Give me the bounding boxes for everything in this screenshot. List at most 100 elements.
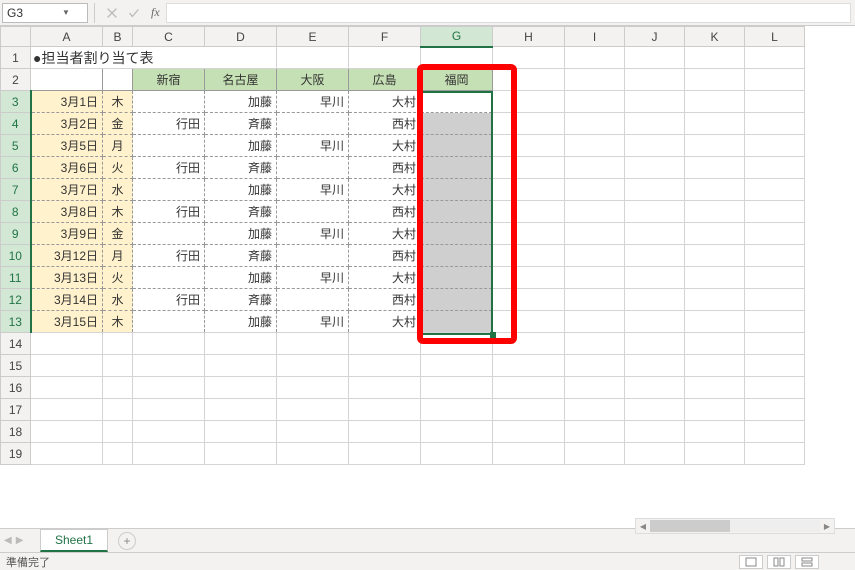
sheet-next-icon[interactable]: ▶ xyxy=(16,535,24,546)
cell-dow[interactable]: 火 xyxy=(103,157,133,179)
cell-dow[interactable]: 月 xyxy=(103,135,133,157)
cell[interactable] xyxy=(685,421,745,443)
cell[interactable] xyxy=(31,443,103,465)
cell[interactable] xyxy=(565,421,625,443)
cell[interactable]: 行田 xyxy=(133,245,205,267)
cell-selected[interactable] xyxy=(421,223,493,245)
cell[interactable] xyxy=(685,355,745,377)
cell[interactable] xyxy=(745,377,805,399)
cell[interactable] xyxy=(349,421,421,443)
cell-selected[interactable] xyxy=(421,135,493,157)
cell[interactable] xyxy=(133,421,205,443)
col-C[interactable]: C xyxy=(133,27,205,47)
cell[interactable]: 行田 xyxy=(133,157,205,179)
sheet-table[interactable]: A B C D E F G H I J K L 1 ●担当者割り当て表 2 新宿… xyxy=(0,26,805,465)
cell-dow[interactable]: 水 xyxy=(103,289,133,311)
cell[interactable]: 西村 xyxy=(349,245,421,267)
scroll-right-icon[interactable]: ▶ xyxy=(820,522,834,531)
cell-dow[interactable]: 木 xyxy=(103,311,133,333)
row-4[interactable]: 4 xyxy=(1,113,31,135)
col-G[interactable]: G xyxy=(421,27,493,47)
cancel-icon[interactable] xyxy=(101,3,123,23)
cell[interactable] xyxy=(349,443,421,465)
cell[interactable]: 斉藤 xyxy=(205,157,277,179)
cell[interactable] xyxy=(133,135,205,157)
cell[interactable] xyxy=(277,245,349,267)
cell-date[interactable]: 3月8日 xyxy=(31,201,103,223)
cell[interactable] xyxy=(565,355,625,377)
row-16[interactable]: 16 xyxy=(1,377,31,399)
view-pagebreak-icon[interactable] xyxy=(795,555,819,569)
cell[interactable] xyxy=(421,421,493,443)
cell[interactable] xyxy=(421,377,493,399)
cell[interactable] xyxy=(349,377,421,399)
cell[interactable] xyxy=(493,443,565,465)
cell[interactable] xyxy=(133,267,205,289)
cell[interactable]: 加藤 xyxy=(205,179,277,201)
cell[interactable] xyxy=(565,377,625,399)
cell[interactable] xyxy=(277,201,349,223)
row-17[interactable]: 17 xyxy=(1,399,31,421)
cell[interactable] xyxy=(745,333,805,355)
cell[interactable] xyxy=(277,157,349,179)
cell[interactable] xyxy=(133,179,205,201)
sheet-prev-icon[interactable]: ◀ xyxy=(4,535,12,546)
cell[interactable] xyxy=(625,377,685,399)
cell[interactable] xyxy=(103,421,133,443)
row-6[interactable]: 6 xyxy=(1,157,31,179)
cell[interactable] xyxy=(103,377,133,399)
cell-date[interactable]: 3月9日 xyxy=(31,223,103,245)
cell[interactable] xyxy=(205,443,277,465)
cell-date[interactable]: 3月14日 xyxy=(31,289,103,311)
add-sheet-button[interactable]: + xyxy=(118,532,136,550)
cell-dow[interactable]: 水 xyxy=(103,179,133,201)
cell[interactable] xyxy=(349,399,421,421)
cell[interactable] xyxy=(277,377,349,399)
cell[interactable]: 大村 xyxy=(349,91,421,113)
col-D[interactable]: D xyxy=(205,27,277,47)
cell[interactable]: 大村 xyxy=(349,267,421,289)
cell[interactable] xyxy=(493,333,565,355)
cell[interactable] xyxy=(625,399,685,421)
cell-dow[interactable]: 金 xyxy=(103,113,133,135)
cell-date[interactable]: 3月15日 xyxy=(31,311,103,333)
view-pagelayout-icon[interactable] xyxy=(767,555,791,569)
cell[interactable] xyxy=(103,399,133,421)
cell[interactable] xyxy=(133,377,205,399)
cell[interactable]: 大村 xyxy=(349,135,421,157)
cell-selected[interactable] xyxy=(421,91,493,113)
cell[interactable] xyxy=(349,355,421,377)
cell[interactable] xyxy=(625,421,685,443)
row-10[interactable]: 10 xyxy=(1,245,31,267)
col-B[interactable]: B xyxy=(103,27,133,47)
col-A[interactable]: A xyxy=(31,27,103,47)
name-box[interactable]: G3 ▼ xyxy=(2,3,88,23)
cell-date[interactable]: 3月1日 xyxy=(31,91,103,113)
row-8[interactable]: 8 xyxy=(1,201,31,223)
row-9[interactable]: 9 xyxy=(1,223,31,245)
cell[interactable] xyxy=(685,443,745,465)
cell[interactable] xyxy=(133,223,205,245)
cell[interactable] xyxy=(133,399,205,421)
fx-icon[interactable]: fx xyxy=(151,5,160,20)
cell[interactable] xyxy=(103,355,133,377)
cell[interactable]: 西村 xyxy=(349,201,421,223)
col-E[interactable]: E xyxy=(277,27,349,47)
enter-icon[interactable] xyxy=(123,3,145,23)
cell[interactable] xyxy=(421,333,493,355)
sheet-nav[interactable]: ◀ ▶ xyxy=(4,535,23,546)
cell[interactable] xyxy=(421,443,493,465)
col-I[interactable]: I xyxy=(565,27,625,47)
sheet-tab-1[interactable]: Sheet1 xyxy=(40,529,108,552)
cell[interactable] xyxy=(493,399,565,421)
row-12[interactable]: 12 xyxy=(1,289,31,311)
cell[interactable]: 早川 xyxy=(277,135,349,157)
cell[interactable]: 斉藤 xyxy=(205,201,277,223)
cell-date[interactable]: 3月12日 xyxy=(31,245,103,267)
row-18[interactable]: 18 xyxy=(1,421,31,443)
cell[interactable] xyxy=(205,421,277,443)
cell-dow[interactable]: 火 xyxy=(103,267,133,289)
cell[interactable] xyxy=(277,399,349,421)
cell[interactable]: 行田 xyxy=(133,201,205,223)
hdr-nagoya[interactable]: 名古屋 xyxy=(205,69,277,91)
